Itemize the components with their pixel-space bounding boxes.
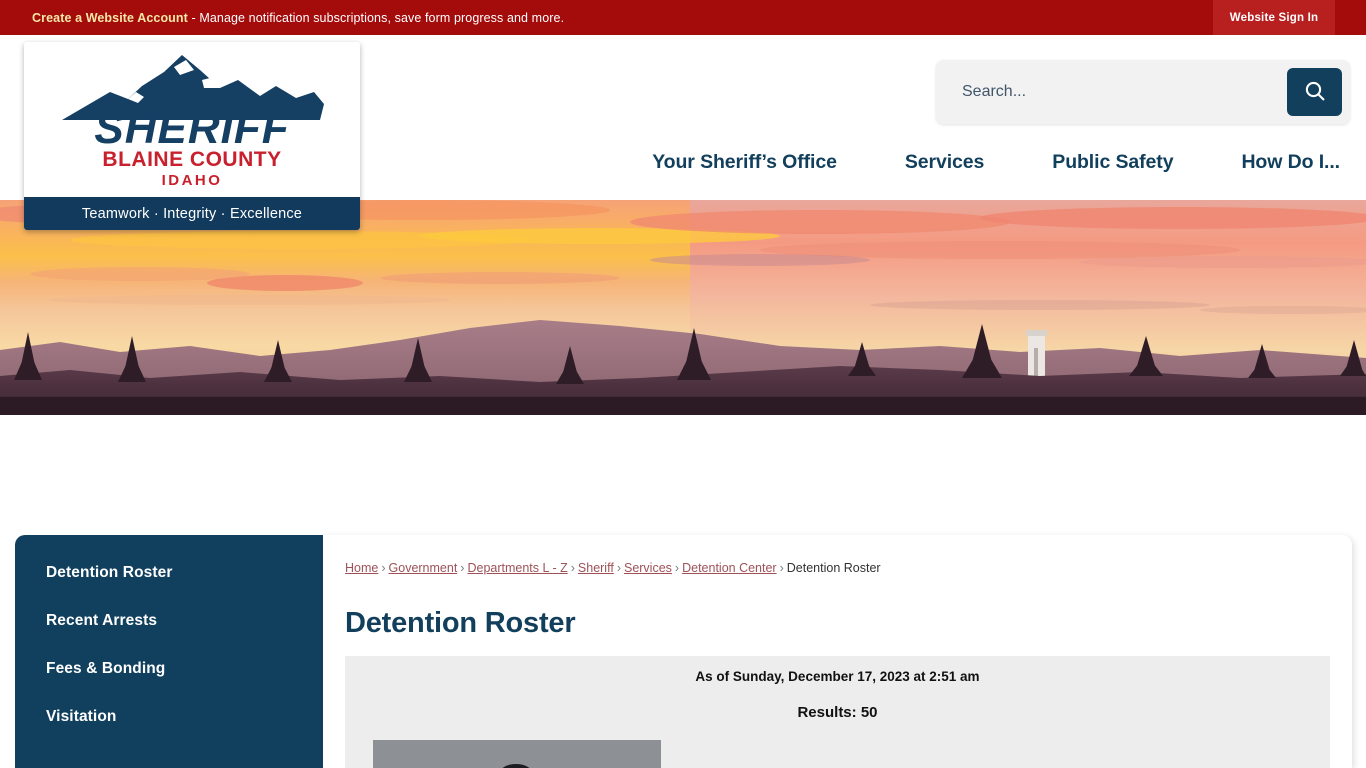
nav-item-public-safety[interactable]: Public Safety xyxy=(1052,151,1173,174)
page-title: Detention Roster xyxy=(345,607,576,639)
sidebar-item-label: Recent Arrests xyxy=(46,612,158,629)
main-content-card: Home › Government › Departments L - Z › Sherif… xyxy=(323,535,1352,768)
sidebar-item-detention-roster[interactable]: Detention Roster xyxy=(15,549,323,597)
sidebar-item-fees-and-bonding[interactable]: Fees & Bonding xyxy=(15,645,323,693)
breadcrumb-item-sheriff[interactable]: Sheriff xyxy=(578,561,614,575)
svg-text:SHERIFF: SHERIFF xyxy=(94,104,289,153)
hero-banner-image xyxy=(0,200,1366,415)
breadcrumb-item-current: Detention Roster xyxy=(786,561,881,575)
results-count: Results: 50 xyxy=(797,704,878,721)
section-sidebar: Detention Roster Recent Arrests Fees & B… xyxy=(15,535,323,768)
breadcrumb-separator: › xyxy=(460,561,465,575)
site-logo[interactable]: SHERIFF BLAINE COUNTY IDAHO Teamwork · I… xyxy=(24,42,360,230)
website-sign-in-button[interactable]: Website Sign In xyxy=(1213,0,1335,35)
sidebar-item-recent-arrests[interactable]: Recent Arrests xyxy=(15,597,323,645)
as-of-timestamp: As of Sunday, December 17, 2023 at 2:51 … xyxy=(695,669,980,684)
page-body: Detention Roster Recent Arrests Fees & B… xyxy=(0,535,1366,768)
site-search xyxy=(936,60,1350,124)
site-header: SHERIFF BLAINE COUNTY IDAHO Teamwork · I… xyxy=(0,35,1366,230)
breadcrumb-separator: › xyxy=(381,561,386,575)
breadcrumb: Home › Government › Departments L - Z › Sherif… xyxy=(345,561,881,575)
breadcrumb-separator: › xyxy=(674,561,680,575)
breadcrumb-item-government[interactable]: Government xyxy=(389,561,458,575)
search-input[interactable] xyxy=(962,60,1262,124)
create-account-suffix: - Manage notification subscriptions, sav… xyxy=(187,10,565,25)
sidebar-item-label: Fees & Bonding xyxy=(46,660,166,677)
create-account-link[interactable]: Create a Website Account xyxy=(32,11,188,25)
sidebar-item-label: Detention Roster xyxy=(46,564,173,581)
breadcrumb-separator: › xyxy=(616,561,621,575)
content-spacer xyxy=(0,415,1366,535)
search-icon xyxy=(1303,79,1327,106)
detention-roster-panel: As of Sunday, December 17, 2023 at 2:51 … xyxy=(345,656,1330,768)
breadcrumb-separator: › xyxy=(779,561,784,575)
top-announcement-bar: Create a Website Account - Manage notifi… xyxy=(0,0,1366,35)
svg-text:IDAHO: IDAHO xyxy=(162,172,223,189)
logo-tagline: Teamwork · Integrity · Excellence xyxy=(24,197,360,230)
create-account-message: Create a Website Account - Manage notifi… xyxy=(32,11,564,25)
inmate-mugshot-thumbnail[interactable] xyxy=(373,740,661,768)
svg-text:BLAINE COUNTY: BLAINE COUNTY xyxy=(102,148,281,171)
nav-item-your-sheriffs-office[interactable]: Your Sheriff’s Office xyxy=(652,151,837,174)
breadcrumb-item-home[interactable]: Home xyxy=(345,561,378,575)
breadcrumb-item-services[interactable]: Services xyxy=(624,561,672,575)
main-navigation: Your Sheriff’s Office Services Public Sa… xyxy=(380,139,1340,185)
search-button[interactable] xyxy=(1287,68,1342,116)
breadcrumb-item-departments-l-z[interactable]: Departments L - Z xyxy=(467,561,567,575)
breadcrumb-separator: › xyxy=(570,561,575,575)
sheriff-badge-logo-art: SHERIFF BLAINE COUNTY IDAHO xyxy=(24,42,360,197)
sidebar-item-visitation[interactable]: Visitation xyxy=(15,693,323,741)
nav-item-how-do-i[interactable]: How Do I... xyxy=(1241,151,1340,174)
breadcrumb-item-detention-center[interactable]: Detention Center xyxy=(682,561,777,575)
sidebar-item-label: Visitation xyxy=(46,708,117,725)
nav-item-services[interactable]: Services xyxy=(905,151,985,174)
